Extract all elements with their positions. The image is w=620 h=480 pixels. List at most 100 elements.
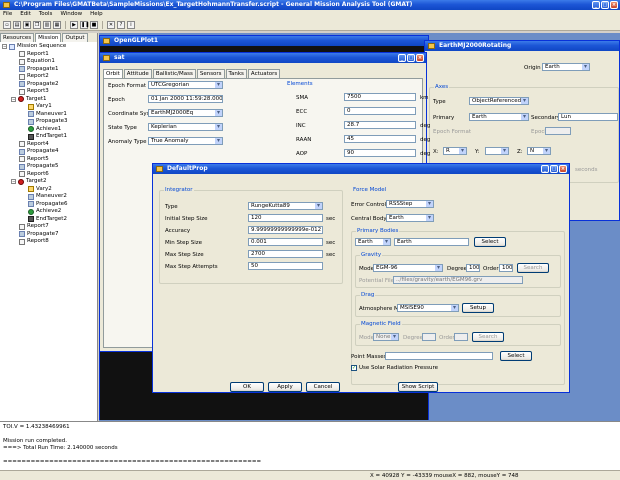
opengl-plot-title-bar[interactable]: OpenGLPlot1 bbox=[100, 36, 428, 46]
anomaly-type-select[interactable]: True Anomaly bbox=[148, 137, 223, 145]
tree-item[interactable]: Vary2 bbox=[2, 186, 95, 194]
magnetic-order-field[interactable] bbox=[454, 333, 468, 341]
max-step-field[interactable]: 2700 bbox=[248, 250, 323, 258]
tab-resources[interactable]: Resources bbox=[0, 33, 35, 42]
new-icon[interactable]: ▫ bbox=[3, 20, 11, 29]
minimize-icon[interactable]: _ bbox=[541, 165, 549, 173]
tree-item[interactable]: Achieve2 bbox=[2, 208, 95, 216]
z-axis-select[interactable]: N bbox=[527, 147, 551, 155]
primary-bodies-select-button[interactable]: Select bbox=[474, 237, 506, 247]
cancel-button[interactable]: Cancel bbox=[306, 382, 340, 392]
central-body-select[interactable]: Earth bbox=[386, 214, 434, 222]
primary-body-list[interactable]: Earth bbox=[394, 238, 469, 246]
accuracy-field[interactable]: 9.99999999999999e-012 bbox=[248, 226, 323, 234]
save-icon[interactable]: ▣ bbox=[23, 20, 31, 29]
min-step-field[interactable]: 0.001 bbox=[248, 238, 323, 246]
tree-item[interactable]: Report8 bbox=[2, 238, 95, 246]
open-icon[interactable]: ▤ bbox=[13, 20, 21, 29]
menu-help[interactable]: Help bbox=[90, 10, 103, 19]
axes-epoch-field[interactable] bbox=[545, 127, 571, 135]
secondary-select[interactable]: Lun bbox=[558, 113, 618, 121]
minimize-icon[interactable]: _ bbox=[592, 1, 600, 9]
tree-item[interactable]: Propagate3 bbox=[2, 118, 95, 126]
state-type-select[interactable]: Keplerian bbox=[148, 123, 223, 131]
show-script-button[interactable]: Show Script bbox=[398, 382, 438, 392]
tree-item[interactable]: Propagate2 bbox=[2, 81, 95, 89]
tree-item[interactable]: Achieve1 bbox=[2, 126, 95, 134]
tab-sensors[interactable]: Sensors bbox=[196, 69, 225, 78]
tree-item[interactable]: − Target1 bbox=[2, 96, 95, 104]
y-axis-select[interactable] bbox=[485, 147, 509, 155]
tree-item[interactable]: EndTarget2 bbox=[2, 216, 95, 224]
tab-tanks[interactable]: Tanks bbox=[225, 69, 247, 78]
maximize-icon[interactable]: □ bbox=[407, 54, 415, 62]
tree-item[interactable]: Propagate7 bbox=[2, 231, 95, 239]
primary-body-select[interactable]: Earth bbox=[355, 238, 391, 246]
element-value-field[interactable]: 28.7 bbox=[344, 121, 416, 129]
srp-checkbox[interactable]: ✓ bbox=[351, 365, 357, 371]
ok-button[interactable]: OK bbox=[230, 382, 264, 392]
tab-orbit[interactable]: Orbit bbox=[103, 69, 123, 78]
menu-tools[interactable]: Tools bbox=[39, 10, 53, 19]
magnetic-search-button[interactable]: Search bbox=[472, 332, 504, 342]
tree-item[interactable]: Maneuver2 bbox=[2, 193, 95, 201]
about-icon[interactable]: i bbox=[127, 20, 135, 29]
maximize-icon[interactable]: □ bbox=[601, 1, 609, 9]
atmosphere-model-select[interactable]: MSISE90 bbox=[397, 304, 459, 312]
tree-item[interactable]: Propagate6 bbox=[2, 201, 95, 209]
coordinate-system-select[interactable]: EarthMJ2000Eq bbox=[148, 109, 223, 117]
x-axis-select[interactable]: R bbox=[443, 147, 467, 155]
pause-icon[interactable]: ❚❚ bbox=[80, 20, 89, 29]
close-icon[interactable]: × bbox=[559, 165, 567, 173]
integrator-type-select[interactable]: RungeKutta89 bbox=[248, 202, 323, 210]
tab-ballistic-mass[interactable]: Ballistic/Mass bbox=[152, 69, 196, 78]
stop-icon[interactable]: ■ bbox=[90, 20, 98, 29]
epoch-format-select[interactable]: UTCGregorian bbox=[148, 81, 223, 89]
tab-output[interactable]: Output bbox=[62, 33, 88, 42]
magnetic-model-select[interactable]: None bbox=[373, 333, 399, 341]
origin-select[interactable]: Earth bbox=[542, 63, 590, 71]
apply-button[interactable]: Apply bbox=[268, 382, 302, 392]
magnetic-degree-field[interactable] bbox=[422, 333, 436, 341]
tab-actuators[interactable]: Actuators bbox=[247, 69, 281, 78]
tree-item[interactable]: Report6 bbox=[2, 171, 95, 179]
minimize-icon[interactable]: _ bbox=[398, 54, 406, 62]
tree-item[interactable]: Equation1 bbox=[2, 58, 95, 66]
gravity-search-button[interactable]: Search bbox=[517, 263, 549, 273]
menu-file[interactable]: File bbox=[3, 10, 12, 19]
element-value-field[interactable]: 90 bbox=[344, 149, 416, 157]
menu-window[interactable]: Window bbox=[60, 10, 82, 19]
initial-step-field[interactable]: 120 bbox=[248, 214, 323, 222]
tree-item[interactable]: Maneuver1 bbox=[2, 111, 95, 119]
tree-item[interactable]: Report2 bbox=[2, 73, 95, 81]
potential-file-field[interactable]: ../files/gravity/earth/EGM96.grv bbox=[393, 276, 523, 284]
primary-select[interactable]: Earth bbox=[469, 113, 529, 121]
tree-item[interactable]: Propagate1 bbox=[2, 66, 95, 74]
propagator-title-bar[interactable]: DefaultProp _ □ × bbox=[153, 164, 569, 174]
tree-item[interactable]: Report5 bbox=[2, 156, 95, 164]
menu-edit[interactable]: Edit bbox=[20, 10, 31, 19]
drag-setup-button[interactable]: Setup bbox=[462, 303, 494, 313]
close-all-icon[interactable]: ✕ bbox=[107, 20, 115, 29]
tree-item[interactable]: Report1 bbox=[2, 51, 95, 59]
help-icon[interactable]: ? bbox=[117, 20, 125, 29]
tree-item[interactable]: EndTarget1 bbox=[2, 133, 95, 141]
expand-toggle-icon[interactable]: − bbox=[11, 179, 16, 185]
order-field[interactable]: 100 bbox=[499, 264, 513, 272]
tree-item[interactable]: − Target2 bbox=[2, 178, 95, 186]
tree-item[interactable]: Report4 bbox=[2, 141, 95, 149]
tree-item[interactable]: Vary1 bbox=[2, 103, 95, 111]
maximize-icon[interactable]: □ bbox=[550, 165, 558, 173]
gravity-model-select[interactable]: EGM-96 bbox=[373, 264, 443, 272]
epoch-field[interactable]: 01 Jan 2000 11:59:28.000 bbox=[148, 95, 223, 103]
print-icon[interactable]: ▦ bbox=[53, 20, 61, 29]
close-icon[interactable]: × bbox=[416, 54, 424, 62]
run-icon[interactable]: ▶ bbox=[70, 20, 78, 29]
max-attempts-field[interactable]: 50 bbox=[248, 262, 323, 270]
coordinate-system-title-bar[interactable]: EarthMJ2000Rotating bbox=[425, 41, 619, 51]
expand-toggle-icon[interactable]: − bbox=[2, 44, 7, 50]
copy-icon[interactable]: ❐ bbox=[33, 20, 41, 29]
tab-attitude[interactable]: Attitude bbox=[123, 69, 152, 78]
element-value-field[interactable]: 0 bbox=[344, 107, 416, 115]
tree-item[interactable]: Propagate4 bbox=[2, 148, 95, 156]
